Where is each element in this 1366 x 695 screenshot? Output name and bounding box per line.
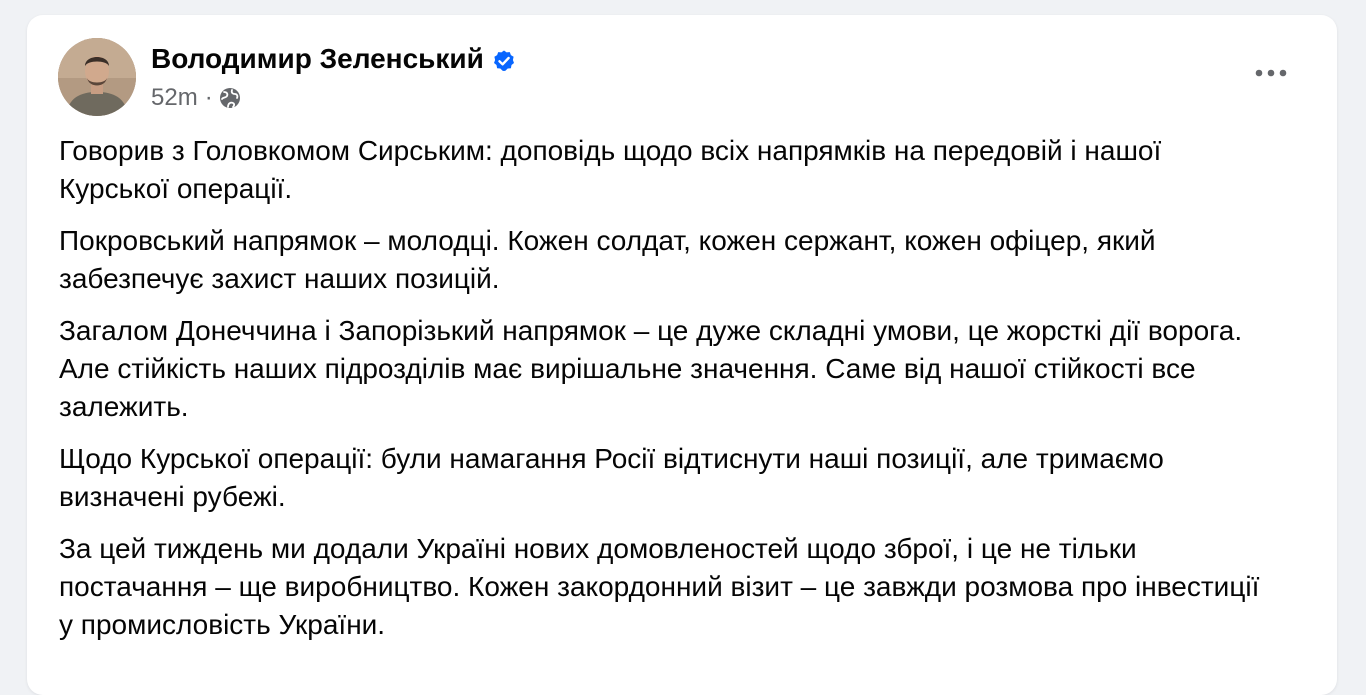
post-text: Говорив з Головкомом Сирським: доповідь … bbox=[59, 132, 1274, 658]
avatar[interactable] bbox=[58, 38, 136, 116]
author-name[interactable]: Володимир Зеленський bbox=[151, 41, 516, 77]
post-paragraph: Щодо Курської операції: були намагання Р… bbox=[59, 443, 1164, 512]
verified-badge-icon bbox=[492, 46, 516, 71]
profile-photo bbox=[58, 38, 136, 116]
post-paragraph: Покровський напрямок – молодці. Кожен со… bbox=[59, 225, 1156, 294]
post-paragraph: За цей тиждень ми додали Україні нових д… bbox=[59, 533, 1260, 640]
post-timestamp[interactable]: 52m bbox=[151, 84, 198, 112]
post-paragraph: Говорив з Головкомом Сирським: доповідь … bbox=[59, 135, 1162, 204]
post-card: Володимир Зеленський 52m · Говорив з Гол… bbox=[27, 15, 1337, 695]
author-name-text[interactable]: Володимир Зеленський bbox=[151, 43, 484, 74]
meta-separator: · bbox=[204, 84, 213, 111]
globe-icon[interactable] bbox=[219, 87, 241, 109]
post-meta: 52m · bbox=[151, 83, 241, 113]
post-paragraph: Загалом Донеччина і Запорізький напрямок… bbox=[59, 315, 1243, 422]
more-options-button[interactable] bbox=[1249, 59, 1293, 87]
more-options-icon bbox=[1255, 69, 1287, 77]
